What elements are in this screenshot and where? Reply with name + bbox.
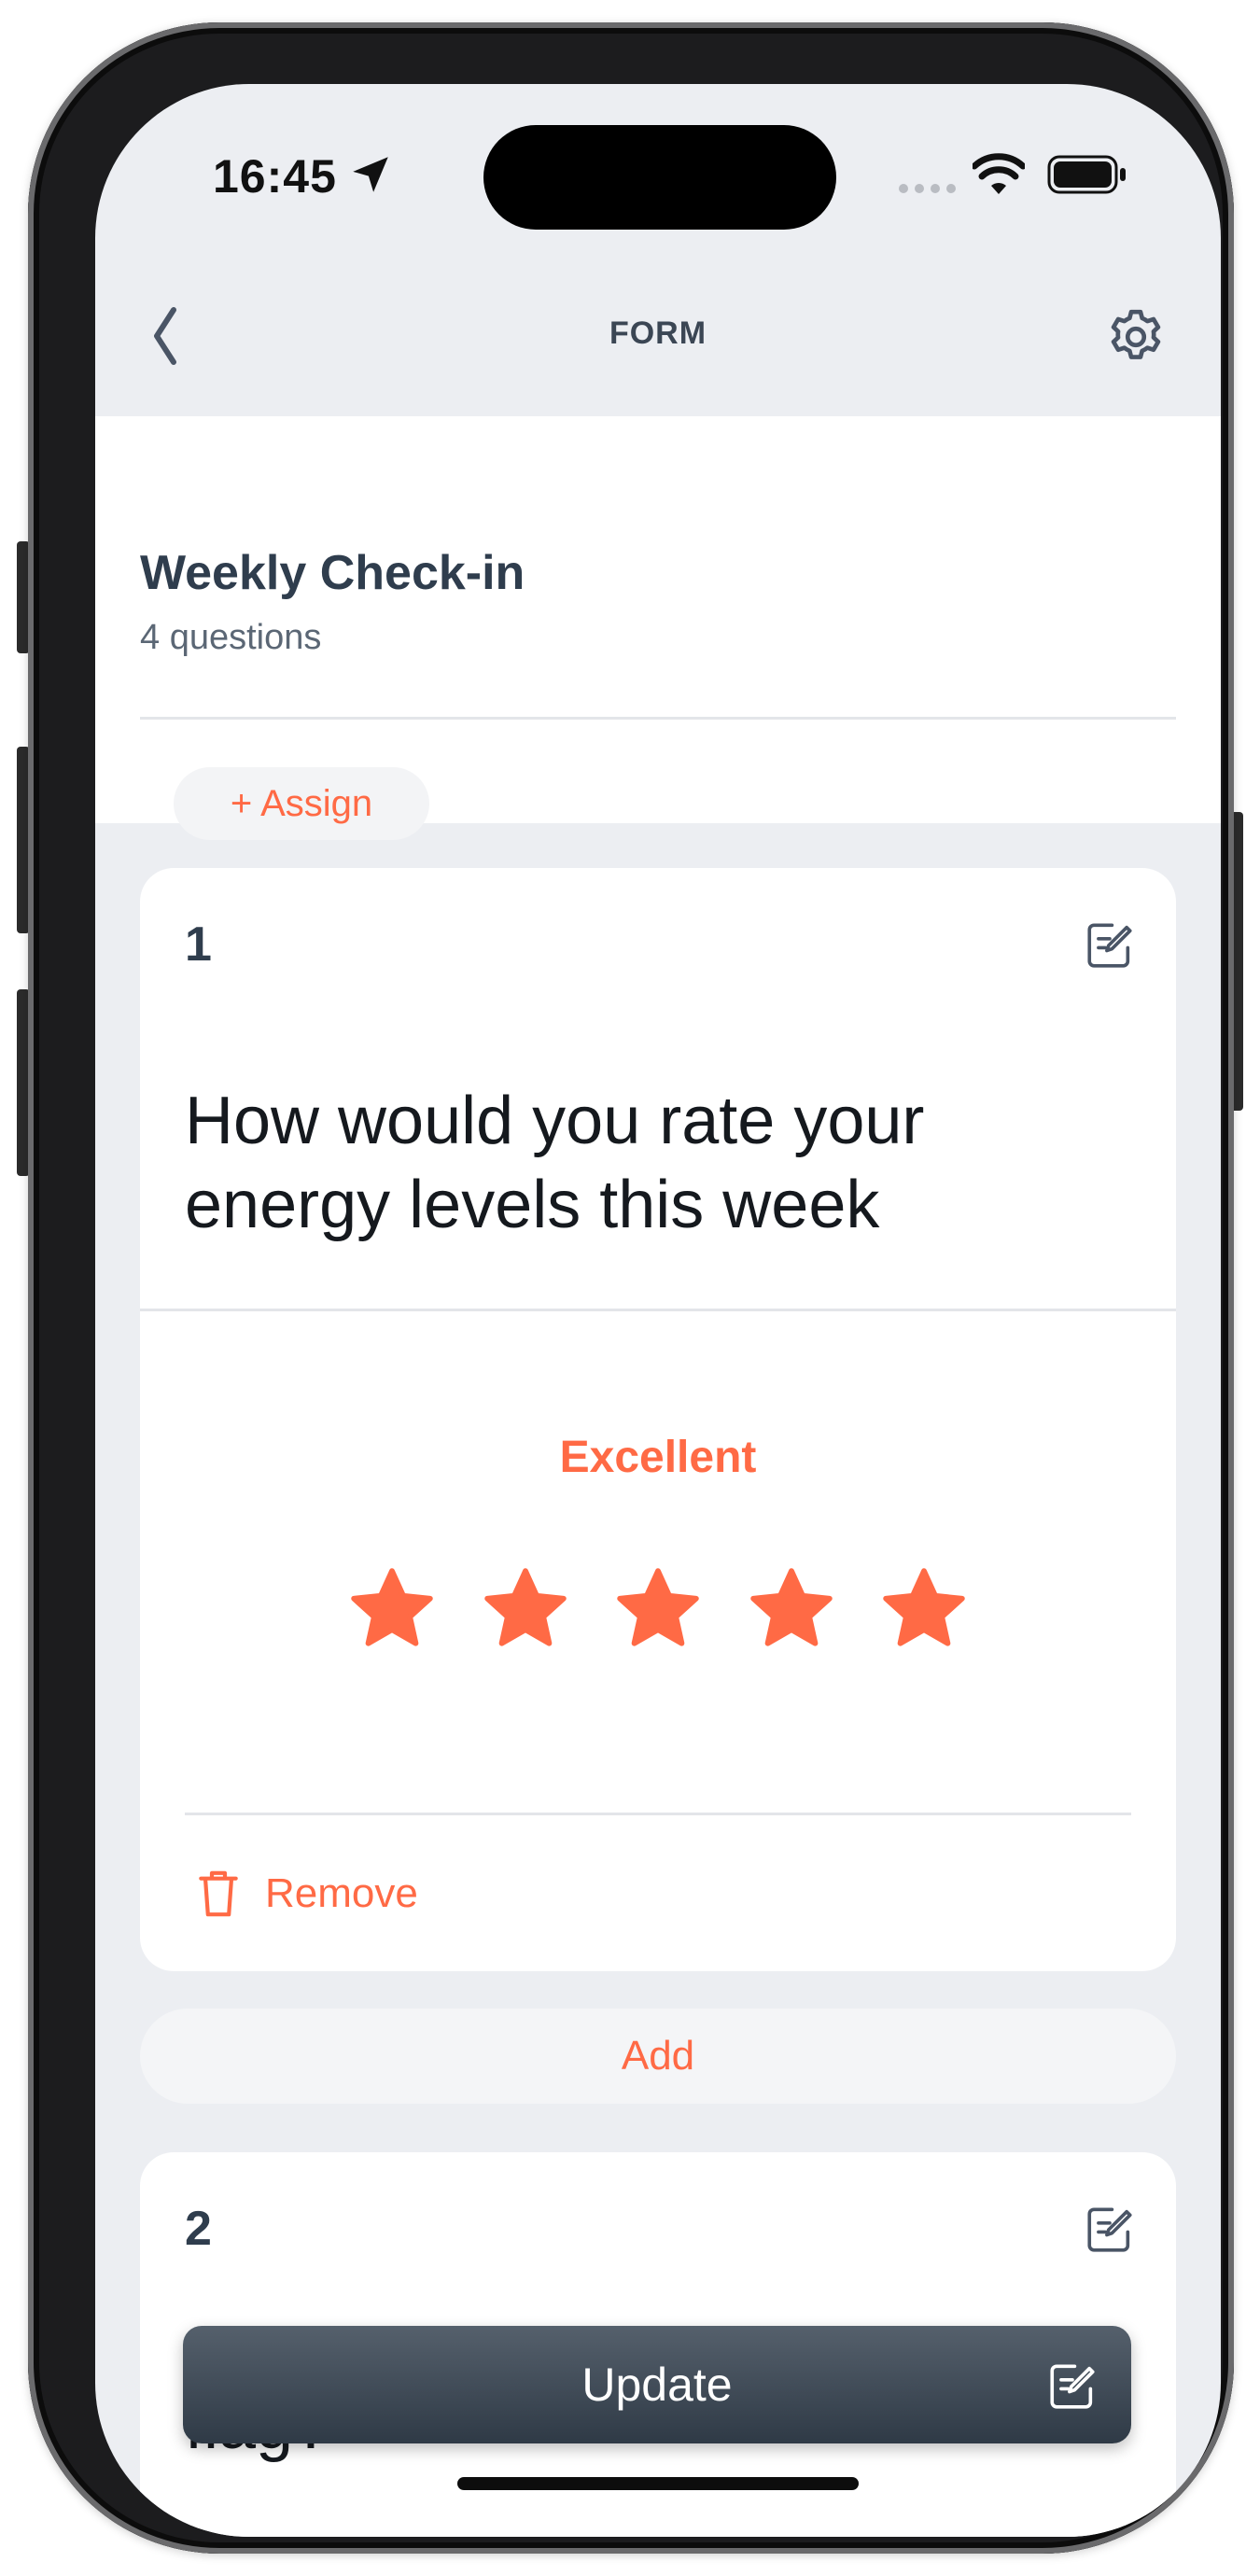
edit-icon[interactable] [1083,918,1137,973]
update-label: Update [581,2359,733,2411]
divider [185,1813,1131,1815]
phone-frame: 16:45 FORM Weekly Check-in 4 questions +… [28,22,1234,2554]
form-header: Weekly Check-in 4 questions + Assign [95,416,1221,840]
remove-button[interactable]: Remove [196,1861,418,1926]
form-title: Weekly Check-in [140,546,525,600]
trash-icon [199,1870,238,1917]
dynamic-island [483,125,836,230]
question-card: 1 How would you rate your energy levels … [140,868,1176,1971]
star-rating[interactable] [345,1562,971,1656]
update-button[interactable]: Update [183,2326,1131,2443]
battery-icon [1047,155,1126,194]
screen: 16:45 FORM Weekly Check-in 4 questions +… [95,84,1221,2537]
rating-label: Excellent [559,1433,757,1482]
star-icon[interactable] [479,1562,572,1656]
page-title: FORM [609,315,707,351]
add-question-button[interactable]: Add [140,2009,1176,2104]
star-icon[interactable] [345,1562,439,1656]
star-icon[interactable] [611,1562,705,1656]
star-icon[interactable] [877,1562,971,1656]
edit-icon [1050,2364,1095,2409]
question-text: How would you rate your energy levels th… [185,1084,925,1242]
remove-label: Remove [265,1870,418,1916]
question-count: 4 questions [140,618,322,657]
wifi-icon [973,153,1025,194]
star-icon[interactable] [745,1562,838,1656]
cellular-signal-icon [899,184,956,193]
divider [140,717,1176,720]
edit-icon[interactable] [1083,2203,1137,2257]
assign-button[interactable]: + Assign [174,767,429,840]
status-time: 16:45 [213,150,337,203]
question-number: 2 [185,2202,212,2256]
gear-icon[interactable] [1103,304,1169,370]
question-number: 1 [185,917,212,972]
divider [140,1309,1176,1311]
home-indicator[interactable] [457,2477,859,2490]
location-arrow-icon [353,157,388,192]
